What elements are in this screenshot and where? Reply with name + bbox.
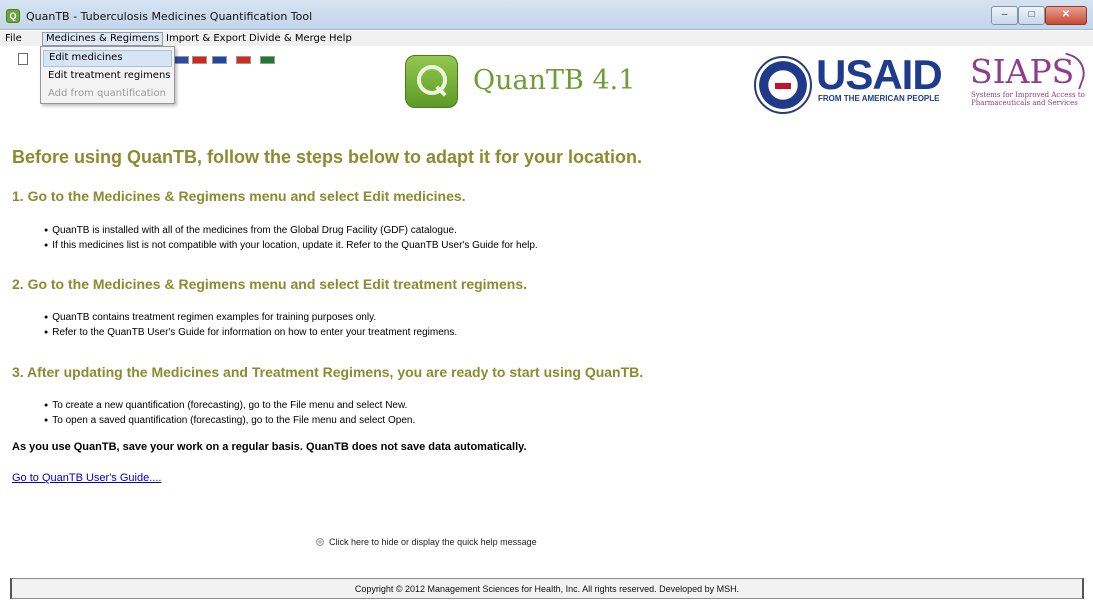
step-1-heading: 1. Go to the Medicines & Regimens menu a… xyxy=(12,188,466,204)
flag-icon-portugal[interactable] xyxy=(260,56,275,64)
menu-bar: File Medicines & Regimens Import & Expor… xyxy=(0,31,1093,46)
menu-medicines-regimens[interactable]: Medicines & Regimens xyxy=(42,32,164,46)
menu-import-export[interactable]: Import & Export xyxy=(163,32,249,46)
step-2-heading: 2. Go to the Medicines & Regimens menu a… xyxy=(12,276,528,292)
flag-icon-china[interactable] xyxy=(192,56,207,64)
page-heading: Before using QuanTB, follow the steps be… xyxy=(12,147,643,167)
app-name-heading: QuanTB 4.1 xyxy=(473,65,636,96)
siaps-tagline: Systems for Improved Access to Pharmaceu… xyxy=(971,91,1085,107)
quick-help-label: Click here to hide or display the quick … xyxy=(329,537,537,547)
copyright-text: Copyright © 2012 Management Sciences for… xyxy=(354,584,740,594)
step-2-bullet: QuanTB contains treatment regimen exampl… xyxy=(44,312,376,323)
step-3-bullet: To create a new quantification (forecast… xyxy=(44,400,407,411)
step-2-bullet: Refer to the QuanTB User's Guide for inf… xyxy=(44,327,457,338)
step-3-heading: 3. After updating the Medicines and Trea… xyxy=(12,364,644,380)
save-warning-note: As you use QuanTB, save your work on a r… xyxy=(12,441,527,453)
footer-bar: Copyright © 2012 Management Sciences for… xyxy=(10,578,1084,599)
maximize-button[interactable]: □ xyxy=(1018,6,1045,25)
users-guide-link[interactable]: Go to QuanTB User's Guide.... xyxy=(12,472,161,484)
flag-icon-france[interactable] xyxy=(212,56,227,64)
usaid-logo: USAID xyxy=(816,51,943,98)
title-bar: Q QuanTB - Tuberculosis Medicines Quanti… xyxy=(0,0,1093,30)
menu-item-add-from-quantification: Add from quantification xyxy=(48,88,166,99)
app-window: Q QuanTB - Tuberculosis Medicines Quanti… xyxy=(0,0,1093,605)
new-document-icon[interactable] xyxy=(18,53,28,65)
quantb-logo-icon xyxy=(405,55,458,108)
window-title: QuanTB - Tuberculosis Medicines Quantifi… xyxy=(26,10,313,23)
usaid-tagline: FROM THE AMERICAN PEOPLE xyxy=(818,94,940,103)
menu-item-edit-medicines[interactable]: Edit medicines xyxy=(43,50,172,67)
minimize-button[interactable]: – xyxy=(991,6,1018,25)
step-1-bullet: If this medicines list is not compatible… xyxy=(44,240,537,251)
step-3-bullet: To open a saved quantification (forecast… xyxy=(44,415,415,426)
radio-icon[interactable] xyxy=(316,538,324,546)
flag-icon-spain[interactable] xyxy=(236,56,251,64)
quantb-app-icon: Q xyxy=(6,9,20,23)
menu-help[interactable]: Help xyxy=(326,32,355,46)
usaid-seal-icon xyxy=(754,56,812,114)
flag-icon-uk[interactable] xyxy=(174,56,189,64)
menu-file[interactable]: File xyxy=(2,32,25,46)
medicines-regimens-dropdown: Edit medicines Edit treatment regimens A… xyxy=(40,46,175,104)
menu-item-edit-treatment-regimens[interactable]: Edit treatment regimens xyxy=(43,68,172,85)
menu-divide-merge[interactable]: Divide & Merge xyxy=(246,32,329,46)
step-1-bullet: QuanTB is installed with all of the medi… xyxy=(44,225,457,236)
close-button[interactable]: ✕ xyxy=(1045,6,1087,25)
quick-help-toggle[interactable]: Click here to hide or display the quick … xyxy=(316,537,537,547)
